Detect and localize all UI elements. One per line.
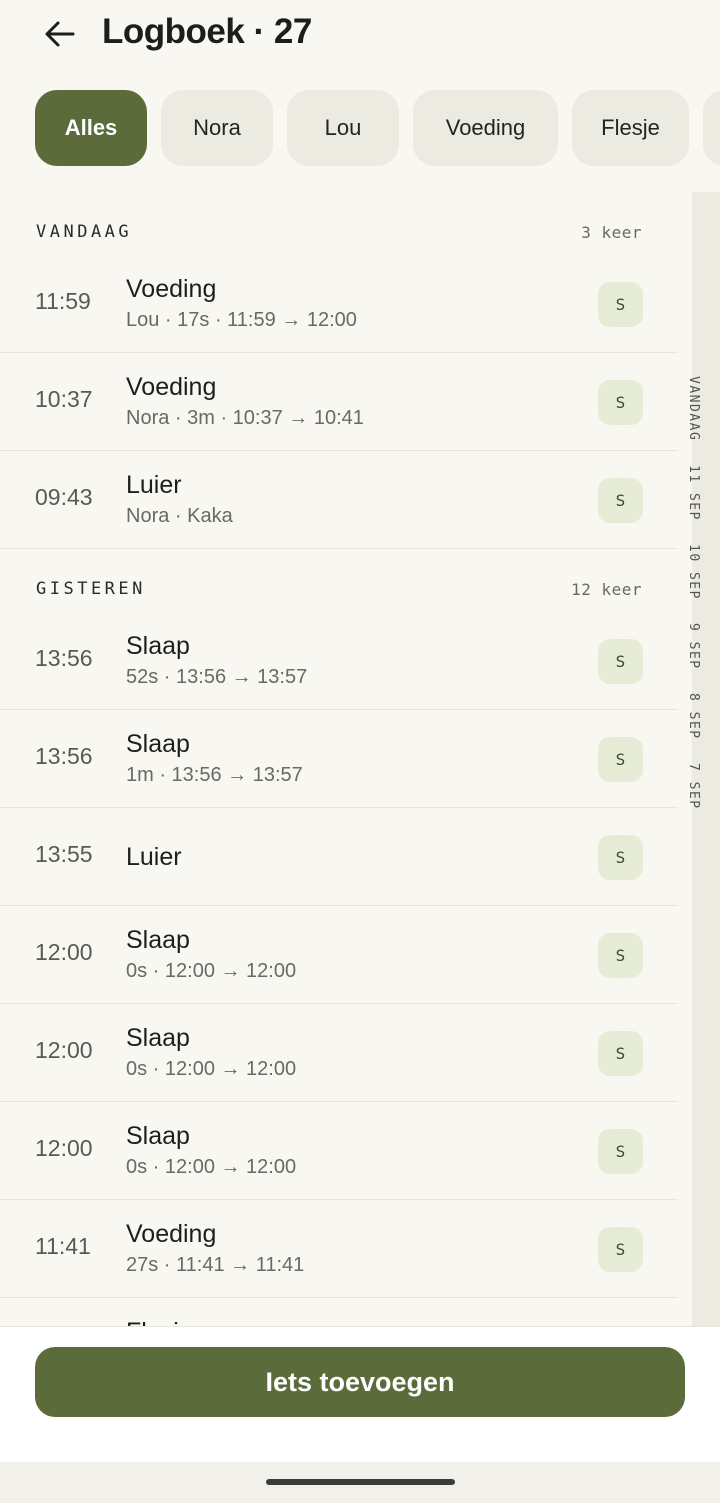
- row-badge: S: [598, 282, 643, 327]
- log-row[interactable]: 10:37 Voeding Nora · 3m · 10:37 → 10:41 …: [0, 353, 678, 451]
- row-badge: S: [598, 478, 643, 523]
- section-count: 12 keer: [571, 579, 642, 599]
- section-title: VANDAAG: [36, 222, 133, 242]
- log-row[interactable]: 13:55 Luier S: [0, 808, 678, 906]
- section-title: GISTEREN: [36, 579, 146, 599]
- row-subtitle: Nora · Kaka: [126, 505, 233, 527]
- back-button[interactable]: [40, 14, 80, 54]
- row-badge: S: [598, 737, 643, 782]
- row-title: Luier: [126, 843, 182, 871]
- date-rail-labels: VANDAAG 11 SEP 10 SEP 9 SEP 8 SEP 7 SEP: [686, 376, 701, 824]
- row-time: 11:59: [35, 288, 91, 314]
- system-nav-bar: [0, 1462, 720, 1503]
- row-subtitle: 0s · 12:00 → 12:00: [126, 960, 297, 982]
- arrow-left-icon: [45, 21, 75, 47]
- row-title: Voeding: [126, 1220, 217, 1248]
- section-count: 3 keer: [581, 222, 642, 242]
- app-header: Logboek · 27: [0, 0, 720, 80]
- filter-chip-nora[interactable]: Nora: [161, 90, 273, 166]
- row-subtitle: Lou · 17s · 11:59 → 12:00: [126, 309, 357, 331]
- filter-chip-alles[interactable]: Alles: [35, 90, 147, 166]
- log-row[interactable]: 11:41 Voeding 27s · 11:41 → 11:41 S: [0, 1200, 678, 1298]
- row-title-partial: Flesje: [126, 1318, 193, 1326]
- row-badge: S: [598, 1227, 643, 1272]
- home-indicator[interactable]: [266, 1479, 455, 1485]
- filter-chip-lou[interactable]: Lou: [287, 90, 399, 166]
- log-row[interactable]: 12:00 Slaap 0s · 12:00 → 12:00 S: [0, 906, 678, 1004]
- row-subtitle: 52s · 13:56 → 13:57: [126, 666, 308, 688]
- rail-label-8-sep[interactable]: 8 SEP: [686, 693, 701, 740]
- row-subtitle: 1m · 13:56 → 13:57: [126, 764, 303, 786]
- bottom-action-bar: Iets toevoegen: [0, 1326, 720, 1462]
- row-title: Slaap: [126, 730, 190, 758]
- row-badge: S: [598, 639, 643, 684]
- row-title: Luier: [126, 471, 182, 499]
- filter-chip-more[interactable]: [703, 90, 720, 166]
- section-header-yesterday: GISTEREN 12 keer: [36, 577, 642, 601]
- row-time: 12:00: [35, 1037, 93, 1063]
- rail-label-11-sep[interactable]: 11 SEP: [686, 465, 701, 521]
- row-time: 11:41: [35, 1233, 91, 1259]
- filter-chip-voeding[interactable]: Voeding: [413, 90, 558, 166]
- row-time: 12:00: [35, 939, 93, 965]
- filter-chip-flesje[interactable]: Flesje: [572, 90, 689, 166]
- row-time: 13:55: [35, 841, 93, 867]
- row-title: Slaap: [126, 632, 190, 660]
- rail-label-7-sep[interactable]: 7 SEP: [686, 763, 701, 810]
- log-row[interactable]: 09:43 Luier Nora · Kaka S: [0, 451, 678, 549]
- row-badge: S: [598, 933, 643, 978]
- log-row[interactable]: 11:59 Voeding Lou · 17s · 11:59 → 12:00 …: [0, 255, 678, 353]
- log-row[interactable]: 13:56 Slaap 1m · 13:56 → 13:57 S: [0, 710, 678, 808]
- row-subtitle: 0s · 12:00 → 12:00: [126, 1156, 297, 1178]
- add-entry-button[interactable]: Iets toevoegen: [35, 1347, 685, 1417]
- row-title: Slaap: [126, 1122, 190, 1150]
- row-subtitle: Nora · 3m · 10:37 → 10:41: [126, 407, 364, 429]
- row-subtitle: 27s · 11:41 → 11:41: [126, 1254, 305, 1276]
- log-row[interactable]: 12:00 Slaap 0s · 12:00 → 12:00 S: [0, 1004, 678, 1102]
- row-badge: S: [598, 835, 643, 880]
- row-title: Voeding: [126, 275, 217, 303]
- row-badge: S: [598, 1129, 643, 1174]
- filter-chips: Alles Nora Lou Voeding Flesje: [0, 90, 720, 168]
- row-time: 12:00: [35, 1135, 93, 1161]
- rail-label-vandaag[interactable]: VANDAAG: [686, 376, 701, 441]
- log-row[interactable]: 12:00 Slaap 0s · 12:00 → 12:00 S: [0, 1102, 678, 1200]
- row-title: Voeding: [126, 373, 217, 401]
- row-time: 09:43: [35, 484, 93, 510]
- row-time: 10:37: [35, 386, 93, 412]
- row-time: 13:56: [35, 743, 93, 769]
- log-row[interactable]: 13:56 Slaap 52s · 13:56 → 13:57 S: [0, 612, 678, 710]
- page-title: Logboek · 27: [102, 12, 312, 51]
- row-badge: S: [598, 1031, 643, 1076]
- rail-label-9-sep[interactable]: 9 SEP: [686, 623, 701, 670]
- row-title: Slaap: [126, 926, 190, 954]
- row-badge: S: [598, 380, 643, 425]
- row-subtitle: 0s · 12:00 → 12:00: [126, 1058, 297, 1080]
- row-title: Slaap: [126, 1024, 190, 1052]
- rail-label-10-sep[interactable]: 10 SEP: [686, 544, 701, 600]
- section-header-today: VANDAAG 3 keer: [36, 220, 642, 244]
- row-time: 13:56: [35, 645, 93, 671]
